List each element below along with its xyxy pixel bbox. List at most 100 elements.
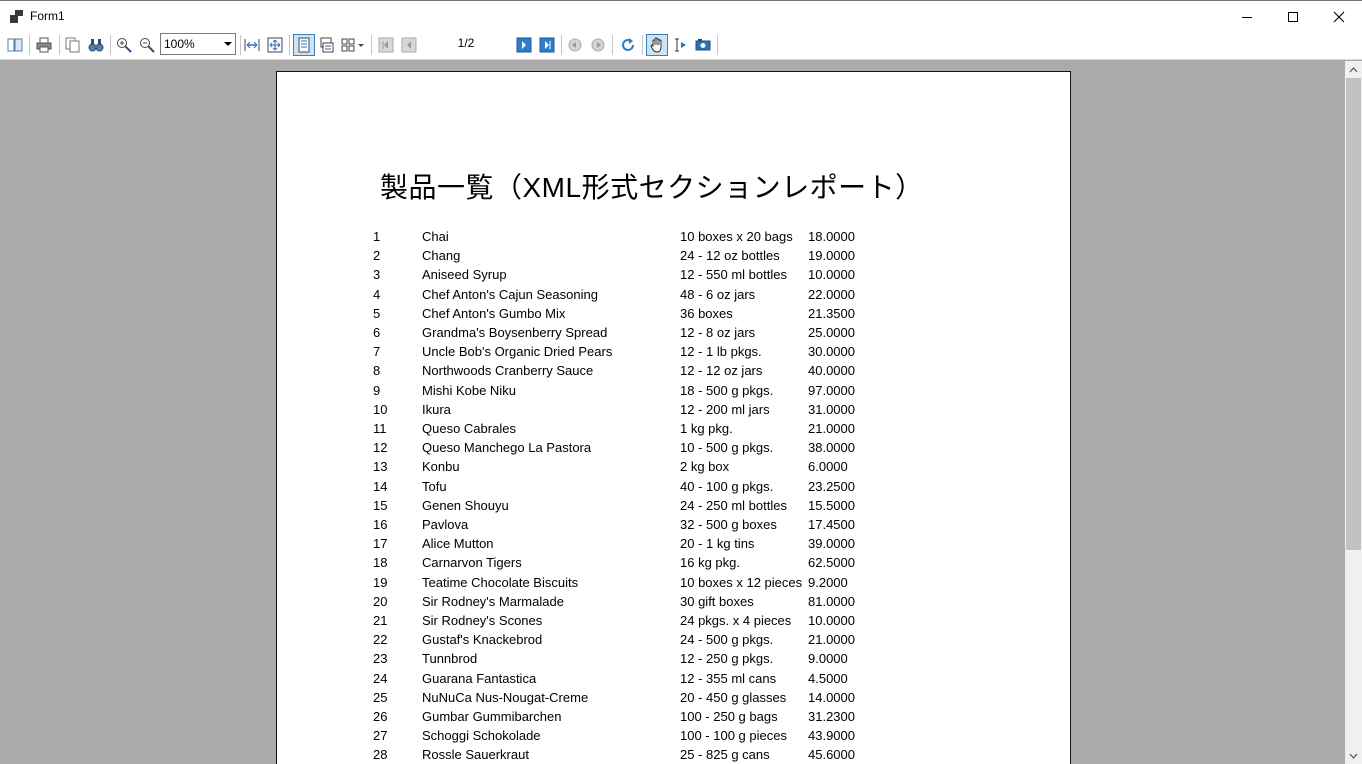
row-id: 11 bbox=[373, 421, 387, 436]
vertical-scrollbar[interactable] bbox=[1345, 61, 1362, 764]
quantity-per-unit: 10 boxes x 20 bags bbox=[680, 229, 793, 244]
row-id: 25 bbox=[373, 689, 388, 705]
scroll-down-button[interactable] bbox=[1345, 747, 1362, 764]
continuous-page-button[interactable] bbox=[316, 34, 338, 56]
unit-price: 4.5000 bbox=[808, 670, 848, 686]
multi-page-button[interactable] bbox=[339, 34, 367, 56]
unit-price: 17.4500 bbox=[808, 517, 855, 532]
quantity-per-unit: 36 boxes bbox=[680, 305, 733, 321]
unit-price: 21.3500 bbox=[808, 305, 855, 321]
product-name: Alice Mutton bbox=[422, 536, 494, 552]
single-page-icon bbox=[298, 37, 310, 53]
row-id: 16 bbox=[373, 517, 388, 532]
quantity-per-unit: 1 kg pkg. bbox=[680, 421, 733, 436]
product-name: Chai bbox=[422, 229, 449, 244]
unit-price: 9.2000 bbox=[808, 574, 848, 590]
previous-page-button[interactable] bbox=[398, 34, 420, 56]
row-id: 4 bbox=[373, 286, 381, 302]
whole-page-icon bbox=[267, 37, 283, 53]
zoom-out-button[interactable] bbox=[136, 34, 158, 56]
quantity-per-unit: 25 - 825 g cans bbox=[680, 747, 770, 763]
copy-icon bbox=[65, 37, 80, 53]
print-button[interactable] bbox=[33, 34, 55, 56]
product-name: Tunnbrod bbox=[422, 651, 478, 667]
unit-price: 31.0000 bbox=[808, 401, 855, 417]
printer-icon bbox=[36, 37, 52, 53]
row-id: 17 bbox=[373, 536, 388, 552]
maximize-icon bbox=[1288, 11, 1298, 22]
product-name: Tofu bbox=[422, 478, 447, 494]
row-id: 2 bbox=[373, 248, 381, 264]
row-id: 28 bbox=[373, 747, 388, 763]
product-name: Chang bbox=[422, 248, 461, 264]
next-page-button[interactable] bbox=[513, 34, 535, 56]
unit-price: 10.0000 bbox=[808, 613, 855, 628]
binoculars-icon bbox=[88, 39, 104, 52]
camera-icon bbox=[695, 39, 711, 51]
whole-page-button[interactable] bbox=[264, 34, 286, 56]
find-button[interactable] bbox=[85, 34, 107, 56]
quantity-per-unit: 100 - 100 g pieces bbox=[680, 728, 787, 744]
refresh-button[interactable] bbox=[617, 34, 639, 56]
text-select-button[interactable] bbox=[669, 34, 691, 56]
row-id: 22 bbox=[373, 632, 388, 648]
hand-icon bbox=[650, 37, 662, 53]
quantity-per-unit: 40 - 100 g pkgs. bbox=[680, 478, 774, 494]
quantity-per-unit: 100 - 250 g bags bbox=[680, 709, 778, 724]
back-button[interactable] bbox=[564, 34, 586, 56]
row-id: 3 bbox=[373, 267, 381, 283]
quantity-per-unit: 20 - 450 g glasses bbox=[680, 689, 787, 705]
quantity-per-unit: 12 - 12 oz jars bbox=[680, 363, 763, 379]
snapshot-button[interactable] bbox=[692, 34, 714, 56]
single-page-button[interactable] bbox=[293, 34, 315, 56]
scrollbar-thumb[interactable] bbox=[1346, 78, 1361, 550]
unit-price: 10.0000 bbox=[808, 267, 855, 283]
product-name: Grandma's Boysenberry Spread bbox=[422, 325, 608, 340]
row-id: 26 bbox=[373, 709, 388, 724]
unit-price: 21.0000 bbox=[808, 421, 855, 436]
zoom-select[interactable]: 100% bbox=[160, 33, 236, 55]
unit-price: 22.0000 bbox=[808, 286, 855, 302]
product-name: Chef Anton's Gumbo Mix bbox=[422, 305, 566, 321]
last-page-button[interactable] bbox=[536, 34, 558, 56]
forward-button[interactable] bbox=[587, 34, 609, 56]
back-icon bbox=[568, 38, 582, 52]
row-id: 15 bbox=[373, 497, 388, 513]
row-id: 12 bbox=[373, 440, 388, 456]
product-name: Uncle Bob's Organic Dried Pears bbox=[422, 344, 613, 360]
quantity-per-unit: 20 - 1 kg tins bbox=[680, 536, 755, 552]
quantity-per-unit: 10 boxes x 12 pieces bbox=[680, 574, 803, 590]
product-name: Teatime Chocolate Biscuits bbox=[422, 574, 579, 590]
first-page-icon bbox=[378, 37, 394, 53]
first-page-button[interactable] bbox=[375, 34, 397, 56]
scroll-up-button[interactable] bbox=[1345, 61, 1362, 78]
quantity-per-unit: 24 pkgs. x 4 pieces bbox=[680, 613, 792, 628]
unit-price: 15.5000 bbox=[808, 497, 855, 513]
page-width-button[interactable] bbox=[241, 34, 263, 56]
last-page-icon bbox=[539, 37, 555, 53]
unit-price: 81.0000 bbox=[808, 593, 855, 609]
unit-price: 19.0000 bbox=[808, 248, 855, 264]
close-button[interactable] bbox=[1316, 1, 1362, 32]
row-id: 24 bbox=[373, 670, 388, 686]
zoom-in-button[interactable] bbox=[113, 34, 135, 56]
toggle-sidebar-button[interactable] bbox=[4, 34, 26, 56]
maximize-button[interactable] bbox=[1270, 1, 1316, 32]
zoom-value: 100% bbox=[164, 37, 195, 51]
copy-button[interactable] bbox=[62, 34, 84, 56]
pan-mode-button[interactable] bbox=[646, 34, 668, 56]
quantity-per-unit: 12 - 355 ml cans bbox=[680, 670, 777, 686]
page-number-input[interactable]: 1/2 bbox=[422, 33, 510, 55]
product-name: Gumbar Gummibarchen bbox=[422, 709, 562, 724]
sidebar-icon bbox=[7, 38, 23, 52]
minimize-button[interactable] bbox=[1224, 1, 1270, 32]
unit-price: 21.0000 bbox=[808, 632, 855, 648]
report-page: 製品一覧（XML形式セクションレポート） 1 Chai 10 boxes x 20 … bbox=[276, 71, 1071, 764]
product-name: Gustaf's Knackebrod bbox=[422, 632, 543, 648]
product-name: Pavlova bbox=[422, 517, 469, 532]
unit-price: 25.0000 bbox=[808, 325, 855, 340]
quantity-per-unit: 2 kg box bbox=[680, 459, 730, 475]
zoom-dropdown-button[interactable] bbox=[220, 34, 235, 54]
unit-price: 6.0000 bbox=[808, 459, 848, 475]
quantity-per-unit: 24 - 250 ml bottles bbox=[680, 497, 787, 513]
